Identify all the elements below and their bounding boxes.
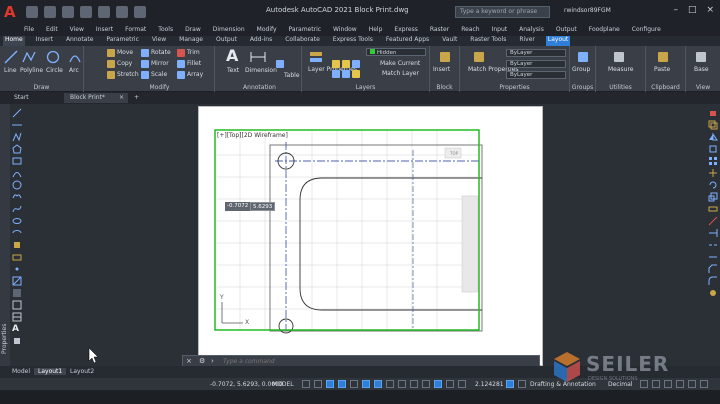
tab-model[interactable]: Model <box>8 368 34 375</box>
command-prompt-icon: › <box>211 357 214 365</box>
dynamic-ucs-icon[interactable] <box>434 380 442 388</box>
dynamic-input-y[interactable]: 5.6293 <box>250 202 276 211</box>
object-snap-icon[interactable] <box>374 380 382 388</box>
gizmo-icon[interactable] <box>458 380 466 388</box>
viewport-controls-label[interactable]: [+][Top][2D Wireframe] <box>217 132 288 139</box>
active-viewport-border[interactable] <box>214 129 480 331</box>
customization-icon[interactable] <box>700 380 708 388</box>
selection-filter-icon[interactable] <box>446 380 454 388</box>
inner-slot[interactable] <box>299 177 482 311</box>
polar-toggle-icon[interactable] <box>338 380 346 388</box>
selection-cycling-icon[interactable] <box>410 380 418 388</box>
3d-osnap-icon[interactable] <box>422 380 430 388</box>
command-input[interactable] <box>223 357 523 366</box>
seiler-subtitle: DESIGN SOLUTIONS <box>588 376 638 382</box>
seiler-logo-icon <box>554 352 580 382</box>
dynamic-input-x[interactable]: -0.7072 <box>225 202 251 211</box>
bottom-strip <box>0 390 720 404</box>
ortho-toggle-icon[interactable] <box>326 380 334 388</box>
navigation-bar[interactable] <box>461 195 479 293</box>
grid-toggle-icon[interactable] <box>302 380 310 388</box>
part-outline[interactable] <box>269 144 483 332</box>
tab-layout1[interactable]: Layout1 <box>34 368 67 375</box>
snap-toggle-icon[interactable] <box>314 380 322 388</box>
object-snap-tracking-icon[interactable] <box>362 380 370 388</box>
ucs-y-label: Y <box>219 294 224 301</box>
command-close-icon[interactable]: × <box>186 357 192 365</box>
isodraft-toggle-icon[interactable] <box>350 380 358 388</box>
seiler-wordmark: SEILER <box>586 352 670 376</box>
annotation-scale[interactable]: 2.124281 <box>475 381 504 388</box>
ucs-x-label: X <box>245 319 249 326</box>
viewcube-top-label: TOP <box>449 151 459 156</box>
tab-layout2[interactable]: Layout2 <box>66 368 98 375</box>
command-wrench-icon[interactable]: ⚙ <box>199 357 205 365</box>
viewport-drawing[interactable]: TOP Y X <box>0 0 720 404</box>
annotation-visibility-icon[interactable] <box>506 380 514 388</box>
workspace-switch-icon[interactable] <box>518 380 526 388</box>
model-space-toggle[interactable]: MODEL <box>272 381 294 388</box>
grid-lines <box>215 130 480 330</box>
transparency-toggle-icon[interactable] <box>398 380 406 388</box>
seiler-watermark: SEILER DESIGN SOLUTIONS <box>548 348 698 388</box>
mouse-cursor-icon <box>88 347 99 364</box>
lineweight-toggle-icon[interactable] <box>386 380 394 388</box>
